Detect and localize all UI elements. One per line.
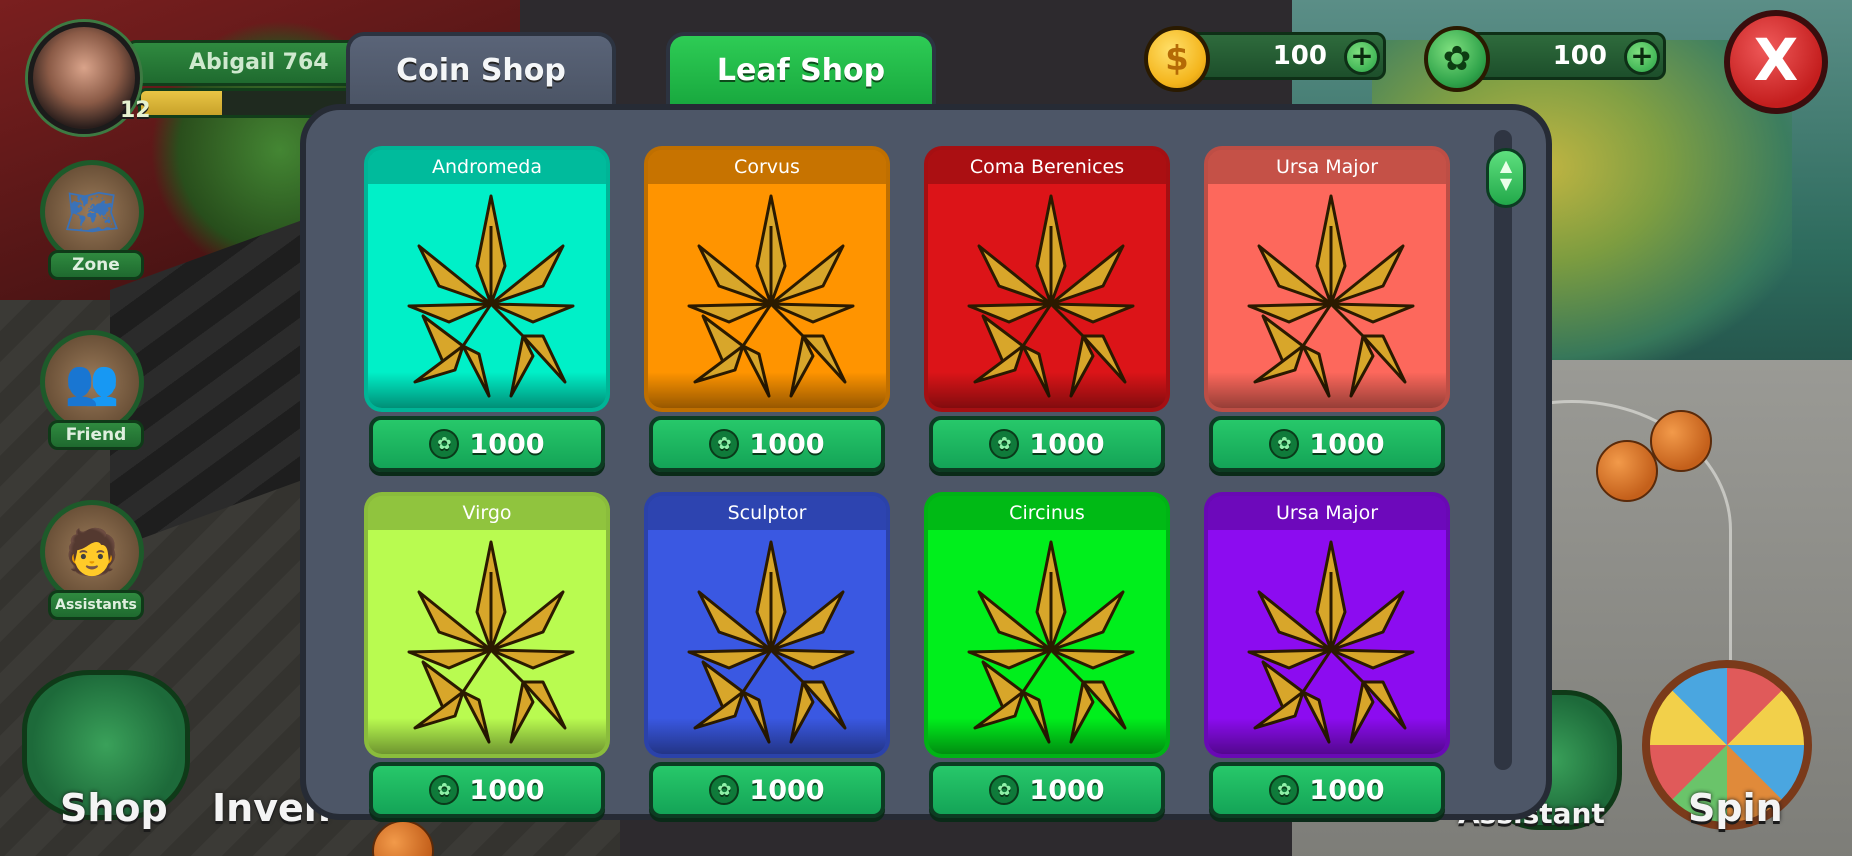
- item-price: 1000: [469, 774, 545, 806]
- item-art: [368, 530, 606, 754]
- assistants-label: Assistants: [48, 590, 144, 620]
- item-name: Ursa Major: [1208, 150, 1446, 184]
- item-art: [648, 530, 886, 754]
- buy-button[interactable]: ✿ 1000: [369, 416, 605, 472]
- zone-label: Zone: [48, 250, 144, 280]
- item-art: [368, 184, 606, 408]
- shop-item-card[interactable]: Virgo: [364, 492, 610, 758]
- shop-item-card[interactable]: Ursa Major: [1204, 146, 1450, 412]
- player-badge[interactable]: Abigail 764 12: [28, 22, 370, 134]
- item-price: 1000: [749, 428, 825, 460]
- leaf-coin-icon: ✿: [1424, 26, 1490, 92]
- item-price: 1000: [749, 774, 825, 806]
- shop-button[interactable]: Shop: [60, 786, 168, 830]
- buy-button[interactable]: ✿ 1000: [369, 762, 605, 818]
- coin-balance: 100 $ +: [1144, 26, 1390, 92]
- buy-button[interactable]: ✿ 1000: [929, 416, 1165, 472]
- scrollbar-thumb[interactable]: ▲ ▼: [1486, 148, 1526, 208]
- zone-button[interactable]: 🗺 Zone: [40, 160, 152, 280]
- leaf-currency-icon: ✿: [429, 429, 460, 459]
- item-name: Andromeda: [368, 150, 606, 184]
- item-name: Corvus: [648, 150, 886, 184]
- item-price: 1000: [1309, 428, 1385, 460]
- tab-leaf-shop[interactable]: Leaf Shop: [666, 32, 936, 106]
- item-name: Sculptor: [648, 496, 886, 530]
- dollar-coin-icon: $: [1144, 26, 1210, 92]
- player-level: 12: [120, 98, 151, 123]
- item-art: [648, 184, 886, 408]
- xp-bar-fill: [141, 91, 222, 115]
- leaf-balance: 100 ✿ +: [1424, 26, 1670, 92]
- buy-button[interactable]: ✿ 1000: [929, 762, 1165, 818]
- item-art: [1208, 530, 1446, 754]
- leaf-currency-icon: ✿: [709, 775, 740, 805]
- item-price: 1000: [1309, 774, 1385, 806]
- close-button[interactable]: X: [1724, 10, 1828, 114]
- buy-button[interactable]: ✿ 1000: [649, 762, 885, 818]
- item-grid: Andromeda ✿ 1000 Corvus ✿ 1000 Coma Bere…: [364, 146, 1484, 826]
- buy-button[interactable]: ✿ 1000: [1209, 416, 1445, 472]
- scrollbar-track[interactable]: [1494, 130, 1512, 770]
- leaf-currency-icon: ✿: [989, 429, 1020, 459]
- buy-button[interactable]: ✿ 1000: [1209, 762, 1445, 818]
- leaf-currency-icon: ✿: [989, 775, 1020, 805]
- basketball: [1650, 410, 1712, 472]
- shop-item-card[interactable]: Ursa Major: [1204, 492, 1450, 758]
- leaf-currency-icon: ✿: [1269, 429, 1300, 459]
- leaf-currency-icon: ✿: [709, 429, 740, 459]
- friends-icon: 👥: [40, 330, 144, 434]
- shop-item-card[interactable]: Corvus: [644, 146, 890, 412]
- item-art: [928, 530, 1166, 754]
- map-icon: 🗺: [40, 160, 144, 264]
- basketball: [1596, 440, 1658, 502]
- shop-panel: Andromeda ✿ 1000 Corvus ✿ 1000 Coma Bere…: [300, 104, 1552, 820]
- item-price: 1000: [1029, 774, 1105, 806]
- item-art: [1208, 184, 1446, 408]
- add-leaves-button[interactable]: +: [1624, 39, 1660, 75]
- tab-coin-shop[interactable]: Coin Shop: [346, 32, 616, 106]
- item-name: Coma Berenices: [928, 150, 1166, 184]
- assistants-button[interactable]: 🧑 Assistants: [40, 500, 152, 620]
- player-name: Abigail 764: [126, 40, 370, 86]
- buy-button[interactable]: ✿ 1000: [649, 416, 885, 472]
- add-coins-button[interactable]: +: [1344, 39, 1380, 75]
- friend-label: Friend: [48, 420, 144, 450]
- shop-item-card[interactable]: Coma Berenices: [924, 146, 1170, 412]
- item-art: [928, 184, 1166, 408]
- shop-item-card[interactable]: Sculptor: [644, 492, 890, 758]
- farmer-icon: 🧑: [40, 500, 144, 604]
- item-name: Ursa Major: [1208, 496, 1446, 530]
- item-name: Circinus: [928, 496, 1166, 530]
- leaf-currency-icon: ✿: [429, 775, 460, 805]
- friend-button[interactable]: 👥 Friend: [40, 330, 152, 450]
- spin-button[interactable]: Spin: [1688, 786, 1783, 830]
- leaf-currency-icon: ✿: [1269, 775, 1300, 805]
- item-price: 1000: [469, 428, 545, 460]
- item-price: 1000: [1029, 428, 1105, 460]
- item-name: Virgo: [368, 496, 606, 530]
- shop-item-card[interactable]: Andromeda: [364, 146, 610, 412]
- shop-item-card[interactable]: Circinus: [924, 492, 1170, 758]
